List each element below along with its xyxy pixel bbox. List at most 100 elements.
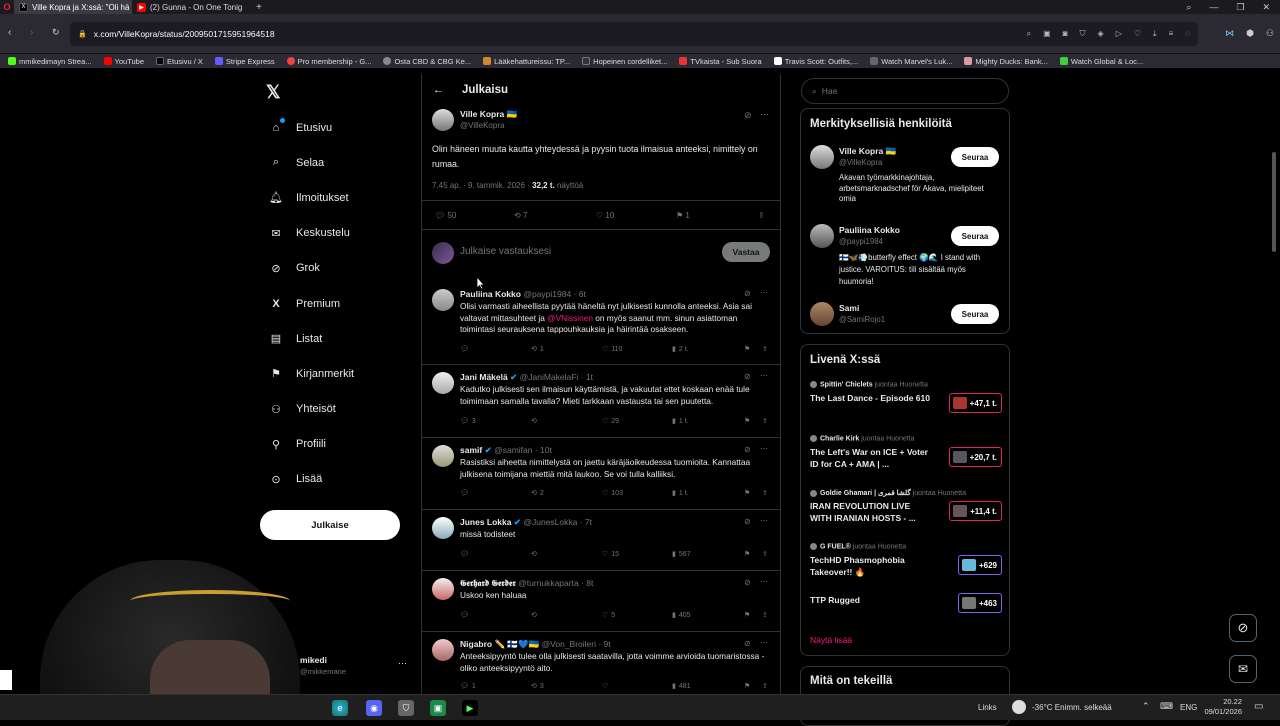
repost-button[interactable]: ⟲ 2 bbox=[531, 489, 544, 498]
back-arrow-icon[interactable]: ← bbox=[433, 84, 444, 96]
follow-button[interactable]: Seuraa bbox=[951, 226, 999, 246]
author-handle[interactable]: @VilleKopra bbox=[460, 121, 504, 130]
tray-chevron-icon[interactable]: ⌃ bbox=[1142, 701, 1150, 712]
live-space-item[interactable]: Spittin' Chiclets juontaa Huonetta The La… bbox=[810, 381, 1002, 427]
mention-link[interactable]: @VNissinen bbox=[547, 313, 593, 323]
scrollbar-thumb[interactable] bbox=[1272, 152, 1276, 252]
more-dots-icon[interactable]: ⋯ bbox=[760, 577, 768, 586]
show-more-link[interactable]: Näytä lisää bbox=[810, 635, 852, 645]
nav-item-premium[interactable]: X Premium bbox=[260, 286, 420, 321]
minimize-button[interactable]: — bbox=[1209, 2, 1218, 12]
bookmark-icon[interactable]: ⚑ bbox=[744, 611, 750, 619]
author-name[interactable]: Ville Kopra bbox=[460, 109, 504, 119]
page-scrollbar[interactable] bbox=[1272, 72, 1278, 692]
reply-item[interactable]: Jani Mäkelä ✔ @JaniMakelaFi · 1t ⊘ ⋯ Kadutk… bbox=[422, 365, 780, 438]
more-dots-icon[interactable]: ⋯ bbox=[760, 109, 769, 120]
avatar[interactable] bbox=[432, 109, 454, 131]
more-dots-icon[interactable]: ⋯ bbox=[760, 516, 768, 525]
live-space-item[interactable]: Charlie Kirk juontaa Huonetta The Left's … bbox=[810, 435, 1002, 481]
shield-app-icon[interactable]: ⛉ bbox=[398, 700, 414, 716]
nav-item-bookmarks[interactable]: ⚑ Kirjanmerkit bbox=[260, 356, 420, 391]
network-icon[interactable]: ⌨ bbox=[1160, 701, 1173, 712]
links-label[interactable]: Links bbox=[978, 703, 997, 712]
download-icon[interactable]: ⤓ bbox=[1153, 29, 1157, 39]
aria-icon[interactable]: ⋈ bbox=[1225, 28, 1234, 39]
bookmark-item[interactable]: TVkaista - Sub Suora bbox=[679, 57, 762, 66]
search-tabs-icon[interactable]: ⌕ bbox=[1186, 2, 1191, 13]
person-card[interactable]: Sami @SamiRojo1 Seuraa bbox=[801, 300, 1009, 330]
bookmark-item[interactable]: Stripe Express bbox=[214, 57, 275, 66]
views-button[interactable]: ▮ 567 bbox=[672, 550, 691, 559]
x-logo-icon[interactable]: 𝕏 bbox=[266, 82, 281, 103]
bookmark-item[interactable]: Watch Marvel's Luk... bbox=[870, 57, 952, 66]
grok-icon[interactable]: ⊘ bbox=[744, 578, 751, 587]
bookmark-item[interactable]: Watch Global & Loc... bbox=[1059, 57, 1143, 66]
nav-item-communities[interactable]: ⚇ Yhteisöt bbox=[260, 392, 420, 427]
opera-icon[interactable]: O bbox=[0, 0, 14, 14]
grok-icon[interactable]: ⊘ bbox=[744, 445, 751, 454]
bookmark-item[interactable]: YouTube bbox=[103, 57, 144, 66]
extension-icon[interactable]: ◈ bbox=[1098, 29, 1104, 39]
bookmark-item[interactable]: mmikedimayn Strea... bbox=[8, 57, 92, 66]
account-switcher[interactable]: mikedi @mikkemane ⋯ bbox=[300, 653, 410, 681]
person-card[interactable]: Ville Kopra 🇺🇦 @VilleKopra Seuraa Akavan… bbox=[801, 143, 1009, 213]
nav-item-more[interactable]: ⊙ Lisää bbox=[260, 462, 420, 497]
search-input[interactable]: ⌕ Hae bbox=[801, 78, 1009, 104]
bookmark-icon[interactable]: ⚑ bbox=[744, 489, 750, 497]
reply-author[interactable]: 𝕲𝖊𝖗𝖍𝖆𝖗𝖉 𝕲𝖊𝖗𝖉𝖊𝖗 @turnukkaparta · 8t bbox=[460, 578, 593, 589]
nav-item-notifications[interactable]: 🔔︎ Ilmoitukset bbox=[260, 180, 420, 215]
repost-button[interactable]: ⟲ bbox=[531, 611, 540, 619]
reply-button[interactable]: 💬︎ bbox=[460, 489, 472, 497]
share-icon[interactable]: ⇪ bbox=[762, 345, 768, 353]
messages-fab[interactable]: ✉ bbox=[1229, 655, 1257, 683]
more-dots-icon[interactable]: ⋯ bbox=[760, 371, 768, 380]
reply-submit-button[interactable]: Vastaa bbox=[722, 242, 770, 262]
reply-button[interactable]: 💬︎ bbox=[460, 550, 472, 558]
nav-item-home[interactable]: ⌂ Etusivu bbox=[260, 110, 420, 145]
tab-current[interactable]: X Ville Kopra ja X:ssä: "Oli hä bbox=[14, 0, 132, 14]
nav-item-grok[interactable]: ⊘ Grok bbox=[260, 251, 420, 286]
reply-button[interactable]: 💬︎ 1 bbox=[460, 682, 476, 691]
reply-author[interactable]: samif ✔ @samifan · 10t bbox=[460, 445, 552, 456]
views-button[interactable]: ▮ 405 bbox=[672, 611, 691, 620]
profile-icon[interactable]: ◌ bbox=[1185, 29, 1190, 39]
bookmark-icon[interactable]: ⚑ bbox=[744, 682, 750, 690]
shield-icon[interactable]: ⛉ bbox=[1080, 29, 1086, 39]
avatar[interactable] bbox=[432, 372, 454, 394]
reload-icon[interactable]: ↻ bbox=[52, 27, 60, 38]
live-space-item[interactable]: Goldie Ghamari | گلشا قمری juontaa Huone… bbox=[810, 489, 1002, 535]
views-button[interactable]: ▮ 481 bbox=[672, 682, 691, 691]
close-window-button[interactable]: ✕ bbox=[1262, 2, 1270, 13]
live-space-item[interactable]: TTP Rugged +463 bbox=[810, 593, 1002, 639]
reply-author[interactable]: Junes Lokka ✔ @JunesLokka · 7t bbox=[460, 517, 592, 528]
share-icon[interactable]: ⇪ bbox=[762, 489, 768, 497]
share-icon[interactable]: ⇪ bbox=[762, 611, 768, 619]
share-icon[interactable]: ⇪ bbox=[762, 550, 768, 558]
reply-item[interactable]: Pauliina Kokko @paypi1984 · 6t ⊘ ⋯ Olisi va… bbox=[422, 282, 780, 365]
bookmark-item[interactable]: Mighty Ducks: Bank... bbox=[964, 57, 1048, 66]
edge-icon[interactable]: e bbox=[332, 700, 348, 716]
person-card[interactable]: Pauliina Kokko @paypi1984 Seuraa 🇫🇮🦋💨but… bbox=[801, 222, 1009, 292]
share-icon[interactable]: ⇪ bbox=[762, 417, 768, 425]
bookmark-icon[interactable]: ⚑ bbox=[744, 345, 750, 353]
reply-item[interactable]: samif ✔ @samifan · 10t ⊘ ⋯ Rasistiksi aihee… bbox=[422, 438, 780, 510]
language-indicator[interactable]: ENG bbox=[1180, 703, 1197, 712]
like-button[interactable]: ♡ 10 bbox=[596, 211, 614, 220]
cube-icon[interactable]: ⬢ bbox=[1246, 28, 1254, 39]
follow-button[interactable]: Seuraa bbox=[951, 147, 999, 167]
camera-icon[interactable]: ◙ bbox=[1063, 29, 1068, 39]
more-dots-icon[interactable]: ⋯ bbox=[760, 288, 768, 297]
like-button[interactable]: ♡ bbox=[602, 682, 611, 690]
grok-icon[interactable]: ⊘ bbox=[744, 639, 751, 648]
reply-item[interactable]: 𝕲𝖊𝖗𝖍𝖆𝖗𝖉 𝕲𝖊𝖗𝖉𝖊𝖗 @turnukkaparta · 8t ⊘ ⋯ Usko… bbox=[422, 571, 780, 632]
reply-item[interactable]: Junes Lokka ✔ @JunesLokka · 7t ⊘ ⋯ missä to… bbox=[422, 510, 780, 571]
play-icon[interactable]: ▷ bbox=[1116, 29, 1122, 39]
bookmark-item[interactable]: Etusivu / X bbox=[156, 57, 203, 66]
snapshot-icon[interactable]: ▣ bbox=[1043, 29, 1051, 39]
weather-text[interactable]: -36°C Enimm. selkeää bbox=[1032, 703, 1112, 712]
like-button[interactable]: ♡ 110 bbox=[602, 345, 622, 354]
reply-author[interactable]: Nigabro ✏️ 🇫🇮💙🇺🇦 @Von_Broileri · 9t bbox=[460, 639, 611, 650]
bookmark-item[interactable]: Travis Scott: Outfits,... bbox=[773, 57, 858, 66]
maximize-button[interactable]: ❐ bbox=[1236, 2, 1244, 13]
media-app-icon[interactable]: ▶ bbox=[462, 700, 478, 716]
